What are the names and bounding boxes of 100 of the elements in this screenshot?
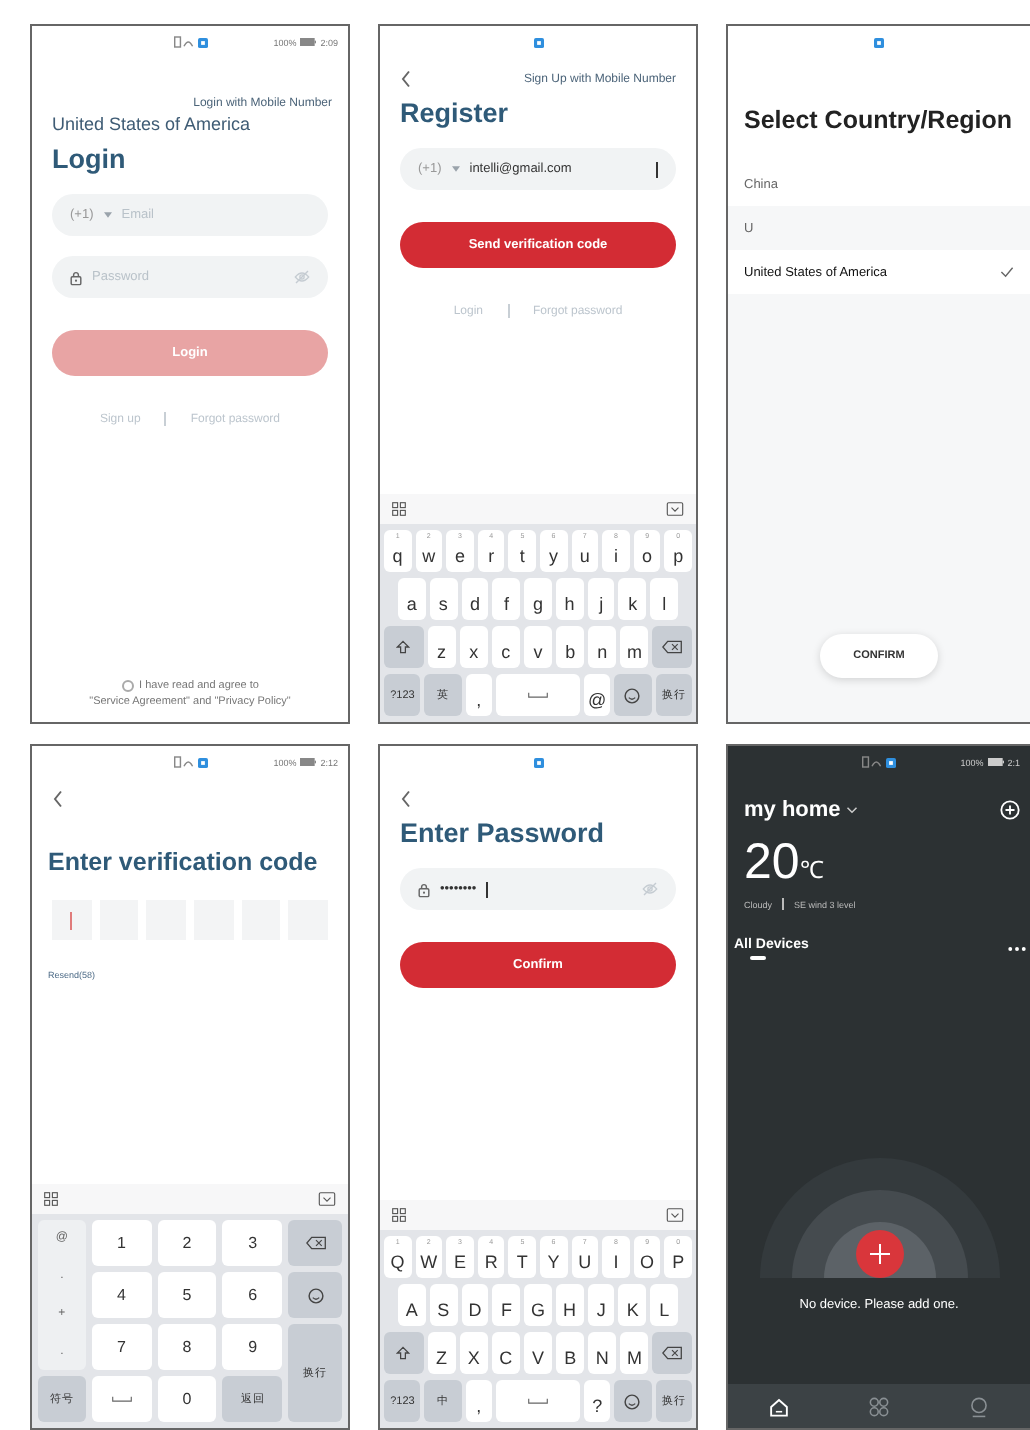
collapse-keyboard-icon[interactable] — [666, 1208, 684, 1222]
shift-icon — [396, 1346, 411, 1360]
keyboard-key[interactable]: H — [555, 1284, 584, 1326]
keyboard-key[interactable]: B — [556, 1332, 585, 1374]
keyboard-key[interactable]: @ — [584, 674, 611, 716]
keyboard-key[interactable]: 4 — [91, 1272, 152, 1318]
keyboard-key[interactable]: k — [618, 578, 647, 620]
keyboard-key[interactable]: j — [587, 578, 615, 620]
backspace-key[interactable] — [652, 1332, 692, 1374]
app-notification-icon — [533, 37, 543, 47]
space-bar-icon — [527, 692, 548, 698]
grid-tab[interactable] — [867, 1395, 890, 1417]
keyboard-key[interactable]: Z — [427, 1332, 456, 1374]
keyboard-key[interactable]: ? — [584, 1380, 611, 1422]
code-digit-box[interactable] — [52, 900, 92, 940]
keyboard-key[interactable]: 5 — [157, 1272, 217, 1318]
keyboard-key[interactable]: f — [492, 578, 521, 620]
keyboard-key[interactable]: 8 — [157, 1324, 217, 1370]
emoji-key[interactable] — [614, 674, 652, 716]
add-device-button[interactable] — [855, 1229, 903, 1277]
temperature-unit: ℃ — [799, 854, 824, 886]
sim-status-icon — [173, 36, 193, 48]
keyboard-key[interactable]: s — [429, 578, 458, 620]
emoji-icon — [624, 1393, 641, 1409]
backspace-key[interactable] — [288, 1220, 342, 1266]
keyboard-key[interactable]: F — [492, 1284, 521, 1326]
grid-icon[interactable] — [44, 1192, 58, 1206]
keyboard-key[interactable]: V — [523, 1332, 553, 1374]
person-tab[interactable] — [968, 1395, 991, 1417]
keyboard-key[interactable]: x — [459, 626, 488, 668]
home-tab[interactable] — [767, 1395, 790, 1417]
sim-status-icon — [173, 756, 193, 768]
home-selector[interactable]: my home — [744, 798, 859, 822]
keyboard-key[interactable]: , — [465, 674, 492, 716]
keyboard-key[interactable]: S — [429, 1284, 458, 1326]
keyboard-key[interactable]: 6 — [222, 1272, 283, 1318]
agreement-radio[interactable] — [121, 680, 134, 692]
keyboard-key[interactable]: h — [555, 578, 584, 620]
keyboard-key[interactable]: g — [524, 578, 552, 620]
backspace-key[interactable] — [652, 626, 692, 668]
lock-icon — [70, 269, 82, 285]
shift-key[interactable] — [384, 626, 424, 668]
keyboard-key[interactable]: b — [556, 626, 585, 668]
caret-icon[interactable] — [103, 212, 112, 218]
emoji-icon — [307, 1287, 324, 1303]
text-cursor — [70, 911, 73, 929]
app-notification-icon — [886, 757, 896, 767]
keyboard-key[interactable]: m — [620, 626, 649, 668]
keyboard-key[interactable]: C — [491, 1332, 520, 1374]
collapse-keyboard-icon[interactable] — [318, 1192, 336, 1206]
country-name: United States of America — [52, 114, 253, 134]
emoji-key[interactable] — [614, 1380, 652, 1422]
keyboard-key[interactable]: 2 — [157, 1220, 217, 1266]
screen-title: Register — [400, 98, 511, 128]
person-icon — [968, 1395, 991, 1417]
battery-icon — [987, 758, 1004, 766]
battery-icon — [300, 758, 317, 766]
keyboard-key[interactable]: D — [461, 1284, 489, 1326]
more-dots-icon[interactable] — [1008, 946, 1026, 952]
battery-icon — [300, 38, 317, 46]
keyboard-key[interactable]: a — [398, 578, 426, 620]
grid-icon[interactable] — [392, 1208, 406, 1222]
keyboard-key[interactable]: J — [587, 1284, 615, 1326]
screen-title: Enter verification code — [48, 848, 320, 876]
keyboard-key[interactable]: , — [465, 1380, 492, 1422]
screen-title: Login — [52, 144, 128, 174]
emoji-icon — [624, 687, 641, 703]
keyboard-key[interactable]: 3 — [222, 1220, 283, 1266]
collapse-keyboard-icon[interactable] — [666, 502, 684, 516]
home-name: my home — [744, 798, 841, 822]
keyboard-key[interactable]: N — [588, 1332, 617, 1374]
keyboard-key[interactable]: X — [459, 1332, 488, 1374]
keyboard-key[interactable]: 1 — [91, 1220, 152, 1266]
shift-icon — [396, 640, 411, 654]
caret-icon[interactable] — [451, 166, 460, 172]
check-icon — [1000, 266, 1014, 278]
keyboard-key[interactable]: A — [398, 1284, 426, 1326]
emoji-key[interactable] — [288, 1272, 342, 1318]
keyboard-key[interactable]: z — [427, 626, 456, 668]
app-notification-icon — [533, 757, 543, 767]
keyboard-key[interactable]: 0 — [157, 1376, 217, 1422]
keyboard-key[interactable]: n — [588, 626, 617, 668]
screen-title: Select Country/Region — [744, 106, 1014, 134]
grid-icon — [867, 1395, 890, 1417]
keyboard-key[interactable]: 7 — [91, 1324, 152, 1370]
grid-icon[interactable] — [392, 502, 406, 516]
keyboard-key[interactable]: l — [650, 578, 679, 620]
app-notification-icon — [197, 757, 207, 767]
backspace-icon — [305, 1236, 326, 1250]
keyboard-key[interactable]: M — [620, 1332, 649, 1374]
keyboard-key[interactable]: 9 — [222, 1324, 283, 1370]
keyboard-key[interactable]: d — [461, 578, 489, 620]
keyboard-key[interactable]: G — [524, 1284, 552, 1326]
keyboard-key[interactable]: L — [650, 1284, 679, 1326]
shift-key[interactable] — [384, 1332, 424, 1374]
keyboard-key[interactable]: c — [491, 626, 520, 668]
keyboard-key[interactable]: v — [523, 626, 553, 668]
keyboard-key[interactable]: K — [618, 1284, 647, 1326]
add-circle-icon[interactable] — [1000, 800, 1020, 820]
sim-status-icon — [862, 756, 882, 768]
